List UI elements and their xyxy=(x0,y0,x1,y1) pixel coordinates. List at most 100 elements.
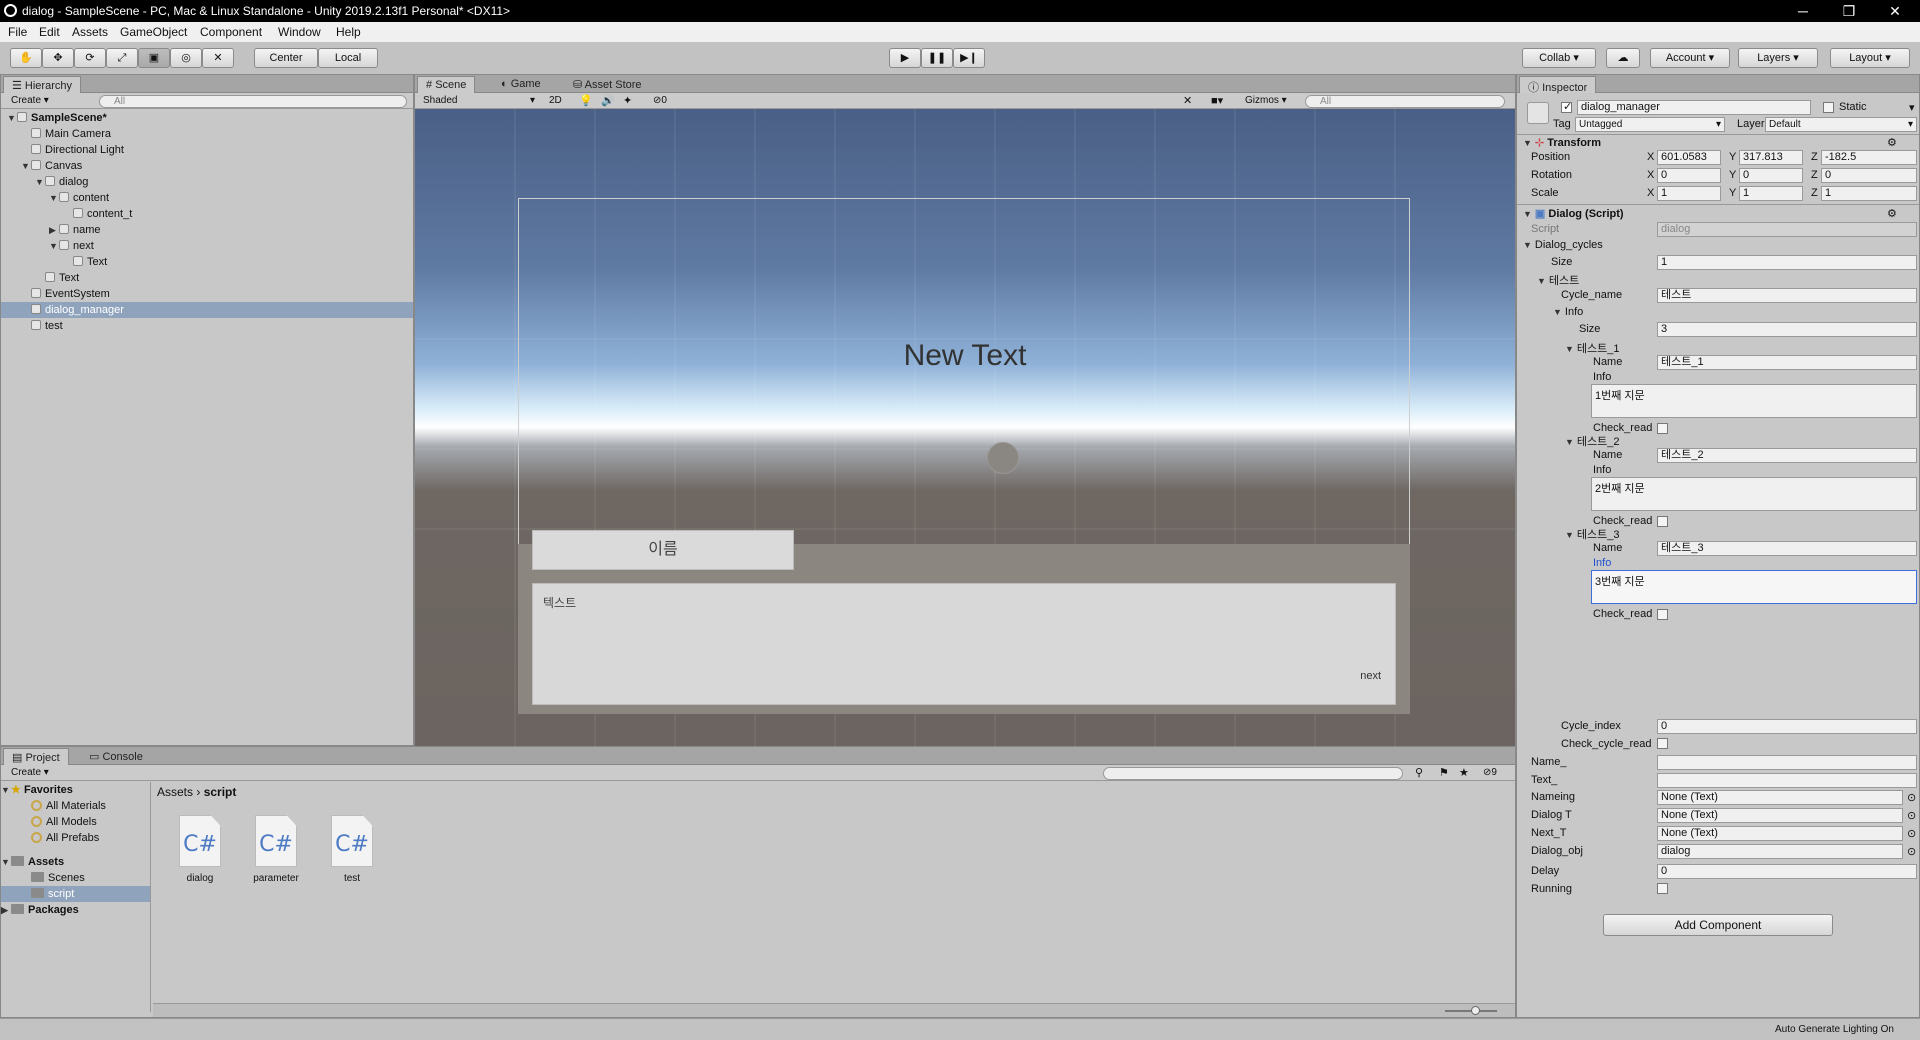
step-button[interactable]: ▶❙ xyxy=(953,48,985,68)
tools-icon[interactable]: ✕ xyxy=(1183,94,1192,107)
settings-gear-icon[interactable]: ⚙ xyxy=(1887,207,1897,220)
tab-asset-store[interactable]: ⛁ Asset Store xyxy=(565,76,650,93)
content-box[interactable]: 텍스트 next xyxy=(532,583,1396,705)
layer-dropdown[interactable]: Default ▾ xyxy=(1765,117,1917,132)
minimize-button[interactable]: ─ xyxy=(1780,0,1826,22)
chevron-down-icon[interactable]: ▼ xyxy=(21,158,31,174)
breadcrumb-assets[interactable]: Assets xyxy=(157,785,193,799)
name-field-input[interactable] xyxy=(1657,755,1917,770)
pivot-local-button[interactable]: Local xyxy=(318,48,378,68)
reference-field[interactable]: None (Text) xyxy=(1657,790,1903,805)
scale-z-input[interactable]: 1 xyxy=(1821,186,1917,201)
custom-tool-icon[interactable]: ✕ xyxy=(202,48,234,68)
name-box[interactable]: 이름 xyxy=(532,530,794,570)
cycles-size-input[interactable]: 1 xyxy=(1657,255,1917,270)
zoom-slider-handle[interactable] xyxy=(1471,1006,1480,1015)
folder-scenes[interactable]: Scenes xyxy=(1,870,150,886)
pause-button[interactable]: ❚❚ xyxy=(921,48,953,68)
tag-dropdown[interactable]: Untagged ▾ xyxy=(1575,117,1725,132)
check-cycle-read-checkbox[interactable] xyxy=(1657,738,1668,749)
chevron-down-icon[interactable]: ▼ xyxy=(49,190,59,206)
hierarchy-item[interactable]: content_t xyxy=(1,206,413,222)
chevron-right-icon[interactable]: ▶ xyxy=(49,222,59,238)
shading-mode-dropdown[interactable]: Shaded ▾ xyxy=(423,95,535,106)
fav-all-prefabs[interactable]: All Prefabs xyxy=(1,830,150,846)
tab-inspector[interactable]: ⓘ Inspector xyxy=(1519,76,1597,94)
camera-icon[interactable]: ■▾ xyxy=(1211,94,1223,107)
entry-name-input[interactable]: 테스트_2 xyxy=(1657,448,1917,463)
entry-info-textarea[interactable]: 1번째 지문 xyxy=(1591,384,1917,418)
tab-game[interactable]: ◐ Game xyxy=(493,76,549,93)
move-tool-icon[interactable]: ✥ xyxy=(42,48,74,68)
tab-hierarchy[interactable]: ☰ Hierarchy xyxy=(3,76,81,93)
cloud-icon[interactable]: ☁ xyxy=(1606,48,1640,68)
hierarchy-item[interactable]: ▼ next xyxy=(1,238,413,254)
menu-assets[interactable]: Assets xyxy=(72,25,108,39)
active-checkbox[interactable]: ✓ xyxy=(1561,101,1572,113)
position-z-input[interactable]: -182.5 xyxy=(1821,150,1917,165)
layers-dropdown[interactable]: Layers ▾ xyxy=(1738,48,1818,68)
entry-check-read-checkbox[interactable] xyxy=(1657,516,1668,527)
hierarchy-search-input[interactable]: All xyxy=(99,95,407,108)
menu-edit[interactable]: Edit xyxy=(39,25,60,39)
cycle-element-foldout[interactable]: ▼ 테스트 xyxy=(1537,272,1579,288)
hidden-packages-toggle[interactable]: ⊘9 xyxy=(1483,767,1497,778)
close-button[interactable]: ✕ xyxy=(1872,0,1918,22)
menu-help[interactable]: Help xyxy=(336,25,361,39)
hierarchy-item[interactable]: dialog_manager xyxy=(1,302,413,318)
dialog-script-header[interactable]: ▼ ▣ Dialog (Script) xyxy=(1523,207,1624,220)
settings-gear-icon[interactable]: ⚙ xyxy=(1887,136,1897,149)
rotate-tool-icon[interactable]: ⟳ xyxy=(74,48,106,68)
chevron-down-icon[interactable]: ▼ xyxy=(35,174,45,190)
fav-all-materials[interactable]: All Materials xyxy=(1,798,150,814)
scale-y-input[interactable]: 1 xyxy=(1739,186,1803,201)
menu-gameobject[interactable]: GameObject xyxy=(120,25,187,39)
tab-console[interactable]: ▭ Console xyxy=(81,748,151,765)
info-size-input[interactable]: 3 xyxy=(1657,322,1917,337)
hierarchy-item[interactable]: EventSystem xyxy=(1,286,413,302)
entry-foldout[interactable]: ▼ 테스트_1 xyxy=(1565,340,1620,356)
menu-file[interactable]: File xyxy=(8,25,27,39)
layout-dropdown[interactable]: Layout ▾ xyxy=(1830,48,1910,68)
menu-component[interactable]: Component xyxy=(200,25,262,39)
running-checkbox[interactable] xyxy=(1657,883,1668,894)
pivot-center-button[interactable]: Center xyxy=(254,48,318,68)
hierarchy-item[interactable]: Text xyxy=(1,254,413,270)
entry-check-read-checkbox[interactable] xyxy=(1657,609,1668,620)
lighting-icon[interactable]: 💡 xyxy=(579,94,593,107)
tab-project[interactable]: ▤ Project xyxy=(3,748,69,765)
favorites-node[interactable]: ▼★ Favorites xyxy=(1,782,150,798)
play-button[interactable]: ▶ xyxy=(889,48,921,68)
next-button[interactable]: next xyxy=(1360,670,1381,682)
favorite-star-icon[interactable]: ★ xyxy=(1459,766,1469,779)
chevron-down-icon[interactable]: ▼ xyxy=(7,110,17,126)
transform-tool-icon[interactable]: ◎ xyxy=(170,48,202,68)
hierarchy-item[interactable]: ▼ Canvas xyxy=(1,158,413,174)
hierarchy-item[interactable]: ▼ dialog xyxy=(1,174,413,190)
hand-tool-icon[interactable]: ✋ xyxy=(10,48,42,68)
hierarchy-item[interactable]: test xyxy=(1,318,413,334)
object-picker-icon[interactable]: ⊙ xyxy=(1907,791,1916,804)
cycle-name-input[interactable]: 테스트 xyxy=(1657,288,1917,303)
rotation-y-input[interactable]: 0 xyxy=(1739,168,1803,183)
scene-viewport[interactable]: New Text 이름 텍스트 next xyxy=(415,109,1515,746)
hierarchy-item[interactable]: Main Camera xyxy=(1,126,413,142)
entry-name-input[interactable]: 테스트_1 xyxy=(1657,355,1917,370)
project-create-button[interactable]: Create ▾ xyxy=(11,767,49,778)
breadcrumb-script[interactable]: script xyxy=(204,785,237,799)
entry-foldout[interactable]: ▼ 테스트_3 xyxy=(1565,526,1620,542)
position-y-input[interactable]: 317.813 xyxy=(1739,150,1803,165)
dialog-cycles-foldout[interactable]: ▼ Dialog_cycles xyxy=(1523,239,1603,251)
rect-tool-icon[interactable]: ▣ xyxy=(138,48,170,68)
hierarchy-item[interactable]: ▶ name xyxy=(1,222,413,238)
effects-icon[interactable]: ✦ xyxy=(623,94,632,107)
entry-check-read-checkbox[interactable] xyxy=(1657,423,1668,434)
file-test[interactable]: C# test xyxy=(322,815,382,884)
filter-type-icon[interactable]: ⚲ xyxy=(1415,766,1423,779)
transform-header[interactable]: ▼ ⊹ Transform xyxy=(1523,136,1601,149)
object-picker-icon[interactable]: ⊙ xyxy=(1907,809,1916,822)
gameobject-name-input[interactable]: dialog_manager xyxy=(1577,100,1811,115)
static-checkbox[interactable] xyxy=(1823,102,1834,113)
hierarchy-create-button[interactable]: Create ▾ xyxy=(11,95,49,106)
entry-info-textarea[interactable]: 3번째 지문 xyxy=(1591,570,1917,604)
